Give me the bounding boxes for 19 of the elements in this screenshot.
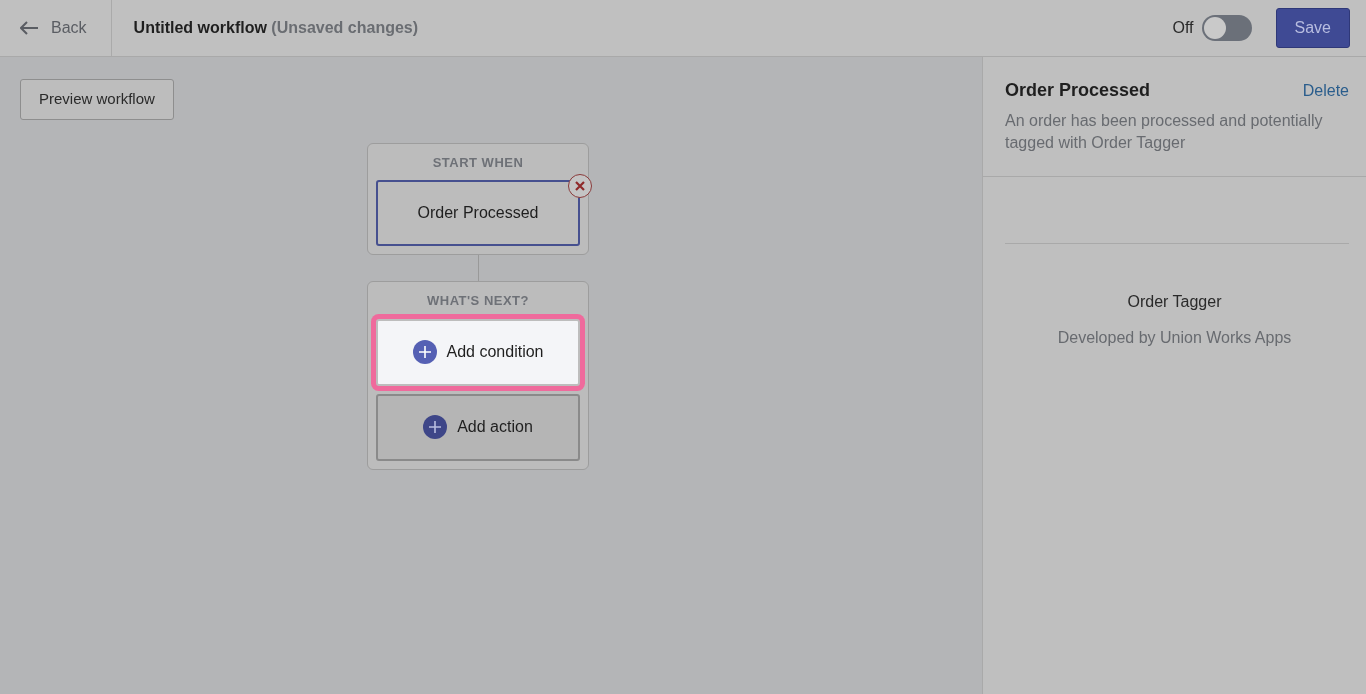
panel-description: An order has been processed and potentially tagged with Order Tagger [1005, 111, 1324, 153]
developer-text: Developed by Union Works Apps [1056, 328, 1293, 348]
panel-title: Order Processed [1005, 79, 1151, 102]
preview-button[interactable]: Preview workflow [20, 79, 174, 120]
left-arrow-icon [20, 21, 39, 35]
block-heading: START WHEN [431, 153, 525, 172]
delete-link[interactable]: Delete [1302, 78, 1349, 103]
block-heading: WHAT'S NEXT? [426, 292, 530, 310]
toggle-switch[interactable] [1201, 15, 1252, 41]
app-name: Order Tagger [1126, 292, 1223, 312]
plus-icon [423, 415, 448, 439]
trigger-card[interactable]: Order Processed [376, 180, 580, 246]
plus-icon [412, 340, 437, 364]
save-button[interactable]: Save [1275, 8, 1350, 48]
toggle-label: Off [1172, 18, 1194, 38]
remove-icon[interactable] [568, 174, 592, 198]
back-link[interactable]: Back [0, 0, 112, 56]
workflow-title: Untitled workflow (Unsaved changes) [132, 18, 419, 38]
add-step-button[interactable]: Add action [376, 393, 580, 461]
